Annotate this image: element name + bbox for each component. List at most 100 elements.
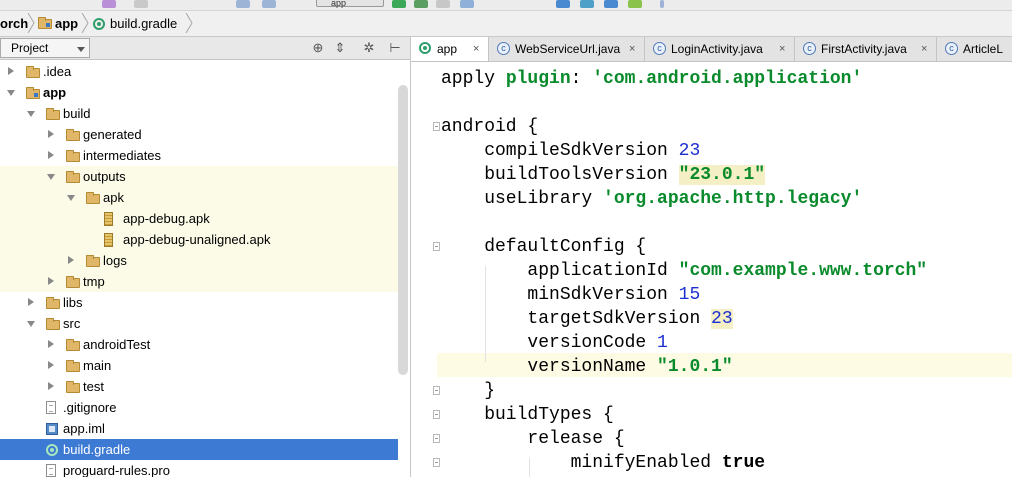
expand-arrow-closed-icon[interactable] [48,130,54,138]
close-tab-icon[interactable]: × [921,37,927,61]
editor-tab-app[interactable]: app × [411,37,489,61]
code-token: buildTypes { [441,405,614,425]
expand-arrow-open-icon[interactable] [7,90,15,96]
tree-item-libs[interactable]: libs [0,292,398,313]
breadcrumb-project[interactable]: orch [0,11,28,36]
folder-icon [66,276,80,288]
expand-arrow-closed-icon[interactable] [48,277,54,285]
expand-arrow-open-icon[interactable] [67,195,75,201]
expand-arrow-closed-icon[interactable] [8,67,14,75]
tree-item-app-debug-unaligned-apk[interactable]: app-debug-unaligned.apk [0,229,398,250]
redo-icon[interactable] [262,0,276,8]
java-class-icon: c [653,42,666,55]
code-token: applicationId [441,261,679,281]
tree-item-label: src [63,316,81,331]
fold-marker-icon[interactable] [433,458,440,467]
expand-arrow-closed-icon[interactable] [48,382,54,390]
code-token: true [721,453,766,473]
expand-arrow-closed-icon[interactable] [68,256,74,264]
tree-item-outputs[interactable]: outputs [0,166,398,187]
fold-marker-icon[interactable] [433,434,440,443]
expand-arrow-closed-icon[interactable] [28,298,34,306]
editor-tab-bar: app × c WebServiceUrl.java × c LoginActivity.j… [411,37,1012,62]
tree-item-app[interactable]: app [0,82,398,103]
code-token: buildToolsVersion [441,165,679,185]
fold-marker-icon[interactable] [433,242,440,251]
project-tree-scrollbar[interactable] [398,85,408,375]
code-token: versionCode [441,333,658,353]
tree-item-proguard-rules-pro[interactable]: proguard-rules.pro [0,460,398,477]
gear-icon[interactable]: ✲ [362,41,376,55]
expand-arrow-open-icon[interactable] [27,111,35,117]
help-icon[interactable] [660,0,664,8]
device-monitor-icon[interactable] [604,0,618,8]
tree-item-label: androidTest [83,337,151,352]
sdk-manager-icon[interactable] [580,0,594,8]
code-line: applicationId "com.example.www.torch" [441,259,927,283]
code-line: targetSdkVersion 23 [441,307,733,331]
project-tool-window: Project ⊕ ⇕ ✲ ⊢ .idea app build generated in… [0,37,411,477]
expand-arrow-closed-icon[interactable] [48,340,54,348]
tree-item-app-debug-apk[interactable]: app-debug.apk [0,208,398,229]
toolbar-tool-icon[interactable] [102,0,116,8]
android-icon[interactable] [628,0,642,8]
folder-icon [66,360,80,372]
code-line: buildTypes { [441,403,614,427]
project-view-label: Project [11,41,49,55]
attach-debugger-icon[interactable] [436,0,450,8]
breadcrumb-separator-icon [81,13,89,33]
close-tab-icon[interactable]: × [779,37,785,61]
project-view-select[interactable]: Project [0,38,90,58]
code-token: minSdkVersion [441,285,679,305]
tree-item-main[interactable]: main [0,355,398,376]
gradle-icon [93,17,105,30]
editor-tab-label: app [437,42,458,56]
close-tab-icon[interactable]: × [473,37,479,61]
tree-item-label: .idea [43,64,72,79]
locate-file-icon[interactable]: ⊕ [311,41,325,55]
code-line: defaultConfig { [441,235,646,259]
undo-icon[interactable] [236,0,250,8]
tree-item-apk[interactable]: apk [0,187,398,208]
tree-item-test[interactable]: test [0,376,398,397]
fold-marker-icon[interactable] [433,386,440,395]
code-line: android { [441,115,538,139]
apk-file-icon [104,233,113,247]
tree-item-androidtest[interactable]: androidTest [0,334,398,355]
fold-marker-icon[interactable] [433,122,440,131]
editor-tab-webserviceurl-java[interactable]: c WebServiceUrl.java × [489,37,645,61]
breadcrumb-module[interactable]: app [38,11,78,36]
tree-item-tmp[interactable]: tmp [0,271,398,292]
run-configuration-select[interactable]: app [316,0,384,8]
editor-tab-loginactivity-java[interactable]: c LoginActivity.java × [645,37,795,61]
tree-item-generated[interactable]: generated [0,124,398,145]
tree-item-build-gradle[interactable]: build.gradle [0,439,398,460]
expand-arrow-open-icon[interactable] [27,321,35,327]
expand-arrow-closed-icon[interactable] [48,151,54,159]
editor-tab-articlel[interactable]: c ArticleL [937,37,1012,61]
toolbar-tool-icon[interactable] [134,0,148,8]
tree-item-idea[interactable]: .idea [0,61,398,82]
expand-arrow-open-icon[interactable] [47,174,55,180]
code-editor: app × c WebServiceUrl.java × c LoginActivity.j… [411,37,1012,477]
code-line: release { [441,427,624,451]
hide-panel-icon[interactable]: ⊢ [388,41,402,55]
sync-icon[interactable] [460,0,474,8]
expand-arrow-closed-icon[interactable] [48,361,54,369]
tree-item-gitignore[interactable]: .gitignore [0,397,398,418]
collapse-all-icon[interactable]: ⇕ [333,41,347,55]
avd-manager-icon[interactable] [556,0,570,8]
fold-marker-icon[interactable] [433,410,440,419]
tree-item-src[interactable]: src [0,313,398,334]
breadcrumb-label: orch [0,16,29,31]
editor-tab-firstactivity-java[interactable]: c FirstActivity.java × [795,37,937,61]
code-token: plugin [505,69,571,89]
tree-item-logs[interactable]: logs [0,250,398,271]
tree-item-intermediates[interactable]: intermediates [0,145,398,166]
close-tab-icon[interactable]: × [629,37,635,61]
debug-icon[interactable] [414,0,428,8]
tree-item-build[interactable]: build [0,103,398,124]
run-icon[interactable] [392,0,406,8]
tree-item-app-iml[interactable]: app.iml [0,418,398,439]
breadcrumb-file[interactable]: build.gradle [93,11,177,36]
